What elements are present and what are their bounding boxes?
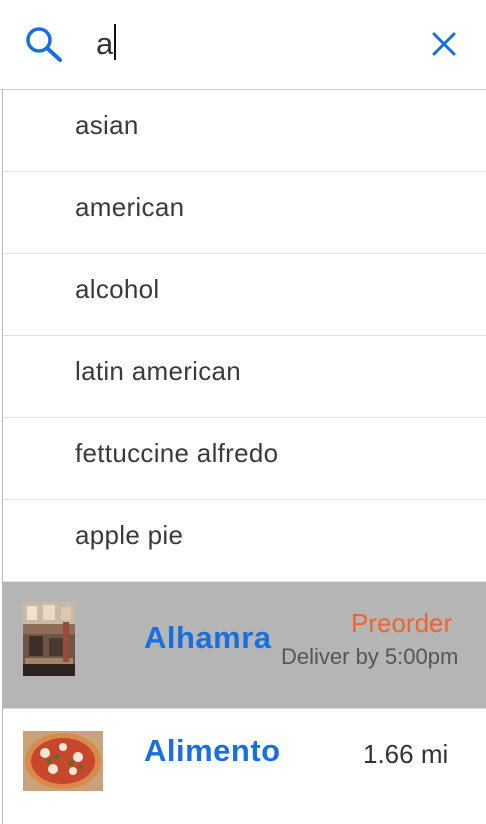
suggestion-item[interactable]: alcohol bbox=[3, 254, 486, 336]
text-cursor bbox=[114, 24, 117, 60]
suggestion-label: latin american bbox=[75, 356, 242, 386]
close-icon[interactable] bbox=[424, 24, 464, 64]
suggestion-label: apple pie bbox=[75, 520, 184, 550]
search-screen: a asian american alcohol latin american … bbox=[0, 0, 486, 824]
suggestion-label: american bbox=[75, 192, 185, 222]
pizza-image bbox=[23, 731, 103, 791]
suggestion-item[interactable]: american bbox=[3, 172, 486, 254]
search-input[interactable]: a bbox=[96, 22, 117, 66]
preorder-badge: Preorder bbox=[351, 608, 453, 638]
suggestion-item[interactable]: latin american bbox=[3, 336, 486, 418]
suggestion-item[interactable]: apple pie bbox=[3, 500, 486, 582]
restaurant-result-alhamra[interactable]: Alhamra Preorder Deliver by 5:00pm bbox=[3, 582, 486, 708]
suggestion-item[interactable]: asian bbox=[3, 90, 486, 172]
restaurant-result-alimento[interactable]: Alimento 1.66 mi bbox=[3, 709, 486, 824]
autocomplete-dropdown: asian american alcohol latin american fe… bbox=[2, 90, 486, 824]
delivery-time: Deliver by 5:00pm bbox=[281, 644, 459, 669]
suggestion-label: alcohol bbox=[75, 274, 160, 304]
search-icon[interactable] bbox=[22, 24, 66, 64]
restaurant-interior-image bbox=[23, 602, 75, 676]
restaurant-name: Alimento bbox=[144, 733, 281, 768]
search-bar: a bbox=[0, 0, 486, 90]
restaurant-distance: 1.66 mi bbox=[363, 739, 449, 769]
suggestion-item[interactable]: fettuccine alfredo bbox=[3, 418, 486, 500]
restaurant-name: Alhamra bbox=[144, 620, 272, 655]
search-query: a bbox=[96, 26, 114, 61]
suggestion-label: asian bbox=[75, 110, 139, 140]
suggestion-label: fettuccine alfredo bbox=[75, 438, 279, 468]
